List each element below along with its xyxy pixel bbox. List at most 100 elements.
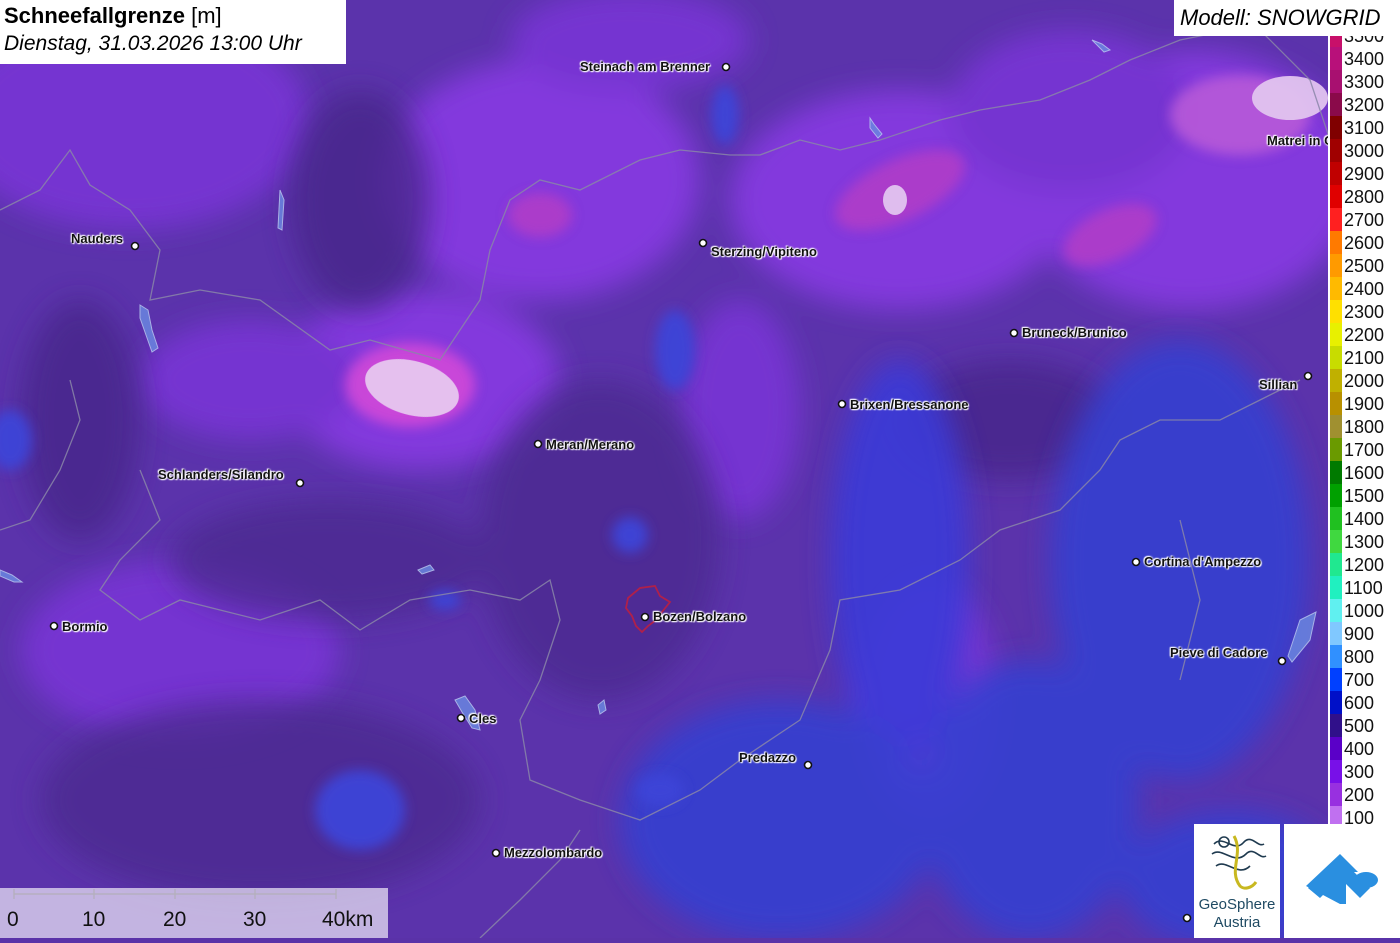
legend-label: 2600: [1344, 233, 1385, 253]
legend-swatch: [1330, 714, 1342, 737]
legend-label: 1900: [1344, 394, 1385, 414]
arrow-cloud-icon: [1306, 854, 1378, 904]
legend-row: 2800: [1328, 185, 1400, 208]
legend-row: 1200: [1328, 553, 1400, 576]
legend-row: 1000: [1328, 599, 1400, 622]
place-label-steinach: Steinach am Brenner: [580, 59, 711, 74]
legend-label: 3500: [1344, 36, 1385, 46]
legend-swatch: [1330, 70, 1342, 93]
legend-label: 300: [1344, 762, 1375, 782]
model-label-box: Modell: SNOWGRID: [1174, 0, 1400, 36]
legend-label: 2000: [1344, 371, 1385, 391]
legend-row: 2400: [1328, 277, 1400, 300]
legend-row: 3500: [1328, 36, 1400, 47]
legend-swatch: [1330, 691, 1342, 714]
legend-swatch: [1330, 277, 1342, 300]
legend-label: 2300: [1344, 302, 1385, 322]
scale-label-40km: 40km: [322, 908, 374, 931]
legend-label: 1100: [1344, 578, 1383, 598]
geosphere-logo[interactable]: GeoSphere Austria: [1194, 824, 1280, 938]
place-label-nauders: Nauders: [71, 231, 124, 246]
legend-row: 1100: [1328, 576, 1400, 599]
legend-row: 800: [1328, 645, 1400, 668]
legend-swatch: [1330, 553, 1342, 576]
place-label-brixen: Brixen/Bressanone: [850, 397, 969, 412]
legend-swatch: [1330, 599, 1342, 622]
geosphere-text-1: GeoSphere: [1198, 896, 1276, 913]
legend-swatch: [1330, 760, 1342, 783]
legend-row: 1500: [1328, 484, 1400, 507]
legend-label: 1200: [1344, 555, 1385, 575]
legend-label: 2500: [1344, 256, 1385, 276]
legend-row: 3200: [1328, 93, 1400, 116]
place-label-cles: Cles: [469, 711, 497, 726]
legend-label: 100: [1344, 808, 1375, 824]
legend-row: 1900: [1328, 392, 1400, 415]
map-title-box: Schneefallgrenze [m] Dienstag, 31.03.202…: [0, 0, 346, 64]
legend-row: 1700: [1328, 438, 1400, 461]
legend-row: 2700: [1328, 208, 1400, 231]
legend-label: 1500: [1344, 486, 1385, 506]
legend-row: 2900: [1328, 162, 1400, 185]
legend-label: 600: [1344, 693, 1375, 713]
legend-swatch: [1330, 300, 1342, 323]
legend-label: 1400: [1344, 509, 1385, 529]
place-label-meran: Meran/Merano: [546, 437, 635, 452]
legend-label: 1000: [1344, 601, 1385, 621]
legend-row: 300: [1328, 760, 1400, 783]
place-label-cortina: Cortina d'Ampezzo: [1144, 554, 1262, 569]
legend-swatch: [1330, 162, 1342, 185]
legend-label: 700: [1344, 670, 1375, 690]
legend-row: 2100: [1328, 346, 1400, 369]
legend-label: 900: [1344, 624, 1375, 644]
legend-row: 3300: [1328, 70, 1400, 93]
legend-swatch: [1330, 323, 1342, 346]
place-label-bormio: Bormio: [62, 619, 108, 634]
legend-swatch: [1330, 461, 1342, 484]
partner-logo[interactable]: [1284, 824, 1400, 938]
legend-row: 2600: [1328, 231, 1400, 254]
legend-swatch: [1330, 93, 1342, 116]
model-label: Modell: SNOWGRID: [1180, 5, 1381, 30]
legend-row: 3400: [1328, 47, 1400, 70]
legend-swatch: [1330, 783, 1342, 806]
place-label-sillian: Sillian: [1259, 377, 1298, 392]
legend-label: 2100: [1344, 348, 1385, 368]
legend-swatch: [1330, 622, 1342, 645]
legend-row: 200: [1328, 783, 1400, 806]
legend-swatch: [1330, 346, 1342, 369]
scale-label-10: 10: [82, 908, 106, 931]
legend-row: 500: [1328, 714, 1400, 737]
geosphere-emblem-icon: [1211, 835, 1267, 890]
legend-row: 2200: [1328, 323, 1400, 346]
legend-swatch: [1330, 254, 1342, 277]
legend-swatch: [1330, 392, 1342, 415]
legend-row: 1600: [1328, 461, 1400, 484]
legend-swatch: [1330, 668, 1342, 691]
legend-swatch: [1330, 36, 1342, 47]
legend-label: 2200: [1344, 325, 1385, 345]
legend-swatch: [1330, 415, 1342, 438]
legend-label: 3000: [1344, 141, 1385, 161]
legend-row: 2500: [1328, 254, 1400, 277]
legend-row: 100: [1328, 806, 1400, 824]
legend-swatch: [1330, 737, 1342, 760]
place-label-mezzolombardo: Mezzolombardo: [504, 845, 603, 860]
legend-swatch: [1330, 530, 1342, 553]
legend-row: 1400: [1328, 507, 1400, 530]
legend-row: 600: [1328, 691, 1400, 714]
legend-swatch: [1330, 369, 1342, 392]
legend-swatch: [1330, 507, 1342, 530]
legend-row: 3000: [1328, 139, 1400, 162]
place-label-bruneck: Bruneck/Brunico: [1022, 325, 1127, 340]
place-label-sterzing: Sterzing/Vipiteno: [711, 244, 817, 259]
legend-label: 1300: [1344, 532, 1385, 552]
title-unit: [m]: [191, 3, 222, 28]
title-text: Schneefallgrenze: [4, 3, 185, 28]
legend-swatch: [1330, 231, 1342, 254]
legend-swatch: [1330, 47, 1342, 70]
legend-row: 1800: [1328, 415, 1400, 438]
legend-label: 2800: [1344, 187, 1385, 207]
legend-row: 2000: [1328, 369, 1400, 392]
map-title: Schneefallgrenze [m]: [4, 3, 222, 29]
